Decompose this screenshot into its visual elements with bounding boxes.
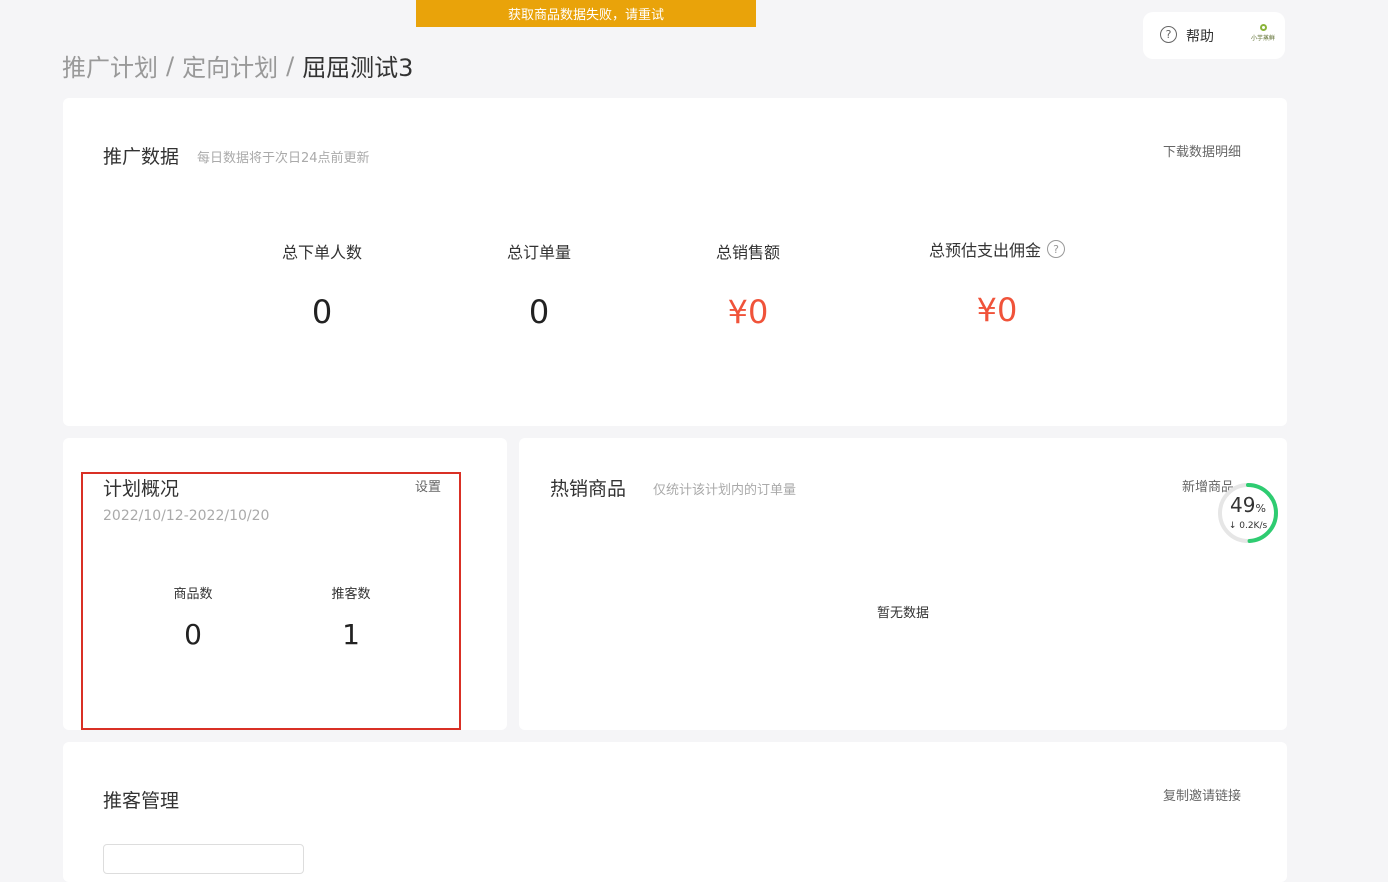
progress-widget[interactable]: 49% ↓ 0.2K/s — [1216, 481, 1280, 545]
help-panel: ? 帮助 小芋蒸鲜 — [1143, 12, 1285, 59]
metric-total-sales: 总销售额 ¥0 — [688, 239, 808, 331]
breadcrumb-separator: / — [166, 51, 175, 80]
promo-data-card: 推广数据 每日数据将于次日24点前更新 下载数据明细 总下单人数 0 总订单量 … — [63, 98, 1287, 426]
question-circle-icon[interactable]: ? — [1160, 26, 1177, 43]
promoter-management-title: 推客管理 — [103, 790, 180, 812]
metric-label: 总订单量 — [506, 243, 571, 262]
empty-state-text: 暂无数据 — [876, 606, 929, 621]
promo-data-title: 推广数据 — [103, 146, 180, 168]
copy-invite-link[interactable]: 复制邀请链接 — [1163, 785, 1241, 804]
metric-label: 总下单人数 — [281, 243, 362, 262]
promo-data-subtitle: 每日数据将于次日24点前更新 — [197, 151, 370, 166]
metric-total-orders: 总订单量 0 — [479, 239, 599, 331]
metric-label: 总销售额 — [715, 243, 780, 262]
metric-total-buyers: 总下单人数 0 — [262, 239, 382, 331]
metric-estimated-commission: 总预估支出佣金 ? ¥0 — [907, 237, 1087, 329]
download-speed: ↓ 0.2K/s — [1228, 521, 1268, 531]
hot-products-title: 热销商品 — [550, 478, 627, 500]
breadcrumb-item-current: 屈屈测试3 — [302, 54, 414, 82]
highlight-box — [81, 472, 461, 730]
metric-value: 0 — [311, 293, 333, 331]
toast-message: 获取商品数据失败，请重试 — [507, 8, 664, 23]
promoter-search-input[interactable] — [103, 844, 304, 874]
logo-mark-icon — [1259, 24, 1267, 31]
metric-value: ¥0 — [976, 291, 1018, 329]
metric-value: 0 — [528, 293, 550, 331]
logo-text: 小芋蒸鲜 — [1250, 35, 1275, 42]
metric-value: ¥0 — [727, 293, 769, 331]
hot-products-card: 热销商品 仅统计该计划内的订单量 新增商品 暂无数据 — [519, 438, 1287, 730]
breadcrumb-item-promo-plan[interactable]: 推广计划 — [62, 48, 158, 83]
breadcrumb-separator: / — [286, 51, 295, 80]
breadcrumb-item-targeted-plan[interactable]: 定向计划 — [182, 48, 278, 83]
brand-logo: 小芋蒸鲜 — [1247, 24, 1279, 46]
error-toast: 获取商品数据失败，请重试 — [416, 0, 756, 27]
arrow-down-icon: ↓ — [1228, 521, 1237, 531]
hot-products-subtitle: 仅统计该计划内的订单量 — [653, 483, 797, 498]
download-data-link[interactable]: 下载数据明细 — [1163, 141, 1241, 160]
help-button[interactable]: 帮助 — [1186, 26, 1214, 46]
metric-label: 总预估支出佣金 ? — [907, 237, 1087, 261]
breadcrumb: 推广计划 / 定向计划 / 屈屈测试3 — [62, 48, 413, 83]
progress-percent: 49% — [1230, 493, 1266, 517]
question-circle-icon[interactable]: ? — [1047, 240, 1065, 258]
